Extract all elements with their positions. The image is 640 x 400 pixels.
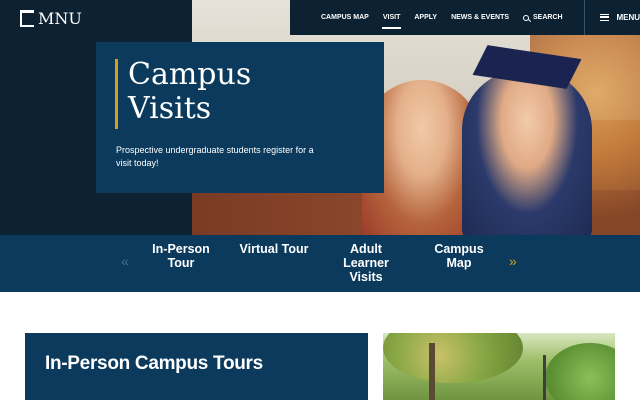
nav-visit[interactable]: VISIT bbox=[376, 0, 408, 35]
page-title-line1: Campus bbox=[128, 57, 252, 92]
hero-card: Campus Visits Prospective undergraduate … bbox=[96, 42, 384, 193]
tab-label-line: Visits bbox=[349, 270, 383, 284]
tab-campus-map[interactable]: Campus Map bbox=[426, 242, 492, 270]
menu-button[interactable]: MENU bbox=[584, 13, 640, 22]
tab-label-line: In-Person bbox=[152, 242, 210, 256]
nav-news-events[interactable]: NEWS & EVENTS bbox=[444, 0, 516, 35]
logo-mark-icon bbox=[20, 9, 34, 27]
lamp-post bbox=[543, 355, 546, 400]
tab-label-line: Adult bbox=[350, 242, 382, 256]
tree-canopy bbox=[383, 333, 523, 383]
menu-label: MENU bbox=[616, 13, 640, 22]
nav-search[interactable]: SEARCH bbox=[516, 0, 570, 35]
top-navigation: CAMPUS MAP VISIT APPLY NEWS & EVENTS SEA… bbox=[290, 0, 640, 35]
campus-trees-photo bbox=[383, 333, 615, 400]
hamburger-icon bbox=[600, 14, 610, 21]
mnu-logo[interactable]: MNU bbox=[20, 8, 82, 28]
tree-trunk bbox=[429, 343, 435, 400]
visit-options-nav: « In-Person Tour Virtual Tour Adult Lear… bbox=[0, 235, 640, 292]
nav-search-label: SEARCH bbox=[533, 14, 563, 21]
tab-virtual-tour[interactable]: Virtual Tour bbox=[236, 242, 312, 256]
page-title-line2: Visits bbox=[128, 91, 212, 126]
nav-campus-map[interactable]: CAMPUS MAP bbox=[314, 0, 376, 35]
search-icon bbox=[523, 14, 530, 21]
prev-arrow-icon[interactable]: « bbox=[121, 253, 129, 269]
in-person-tours-card: In-Person Campus Tours bbox=[25, 333, 368, 400]
tab-label-line: Learner bbox=[343, 256, 389, 270]
tab-label-line: Campus bbox=[434, 242, 484, 256]
next-arrow-icon[interactable]: » bbox=[509, 253, 517, 269]
hero-section: Campus Visits Prospective undergraduate … bbox=[0, 0, 640, 235]
hero-description: Prospective undergraduate students regis… bbox=[116, 145, 314, 168]
tree-canopy bbox=[545, 343, 615, 400]
tab-label-line: Tour bbox=[167, 256, 195, 270]
tab-label-line: Map bbox=[446, 256, 472, 270]
tab-label-line: Virtual Tour bbox=[239, 242, 309, 256]
gold-accent-bar bbox=[115, 59, 118, 129]
graduate-right bbox=[462, 70, 592, 235]
tab-in-person-tour[interactable]: In-Person Tour bbox=[146, 242, 216, 270]
tab-adult-learner-visits[interactable]: Adult Learner Visits bbox=[334, 242, 398, 284]
page-title: Campus Visits bbox=[128, 58, 368, 126]
logo-text: MNU bbox=[38, 8, 82, 28]
section-heading: In-Person Campus Tours bbox=[45, 353, 263, 374]
page: Campus Visits Prospective undergraduate … bbox=[0, 0, 640, 400]
nav-apply[interactable]: APPLY bbox=[407, 0, 444, 35]
